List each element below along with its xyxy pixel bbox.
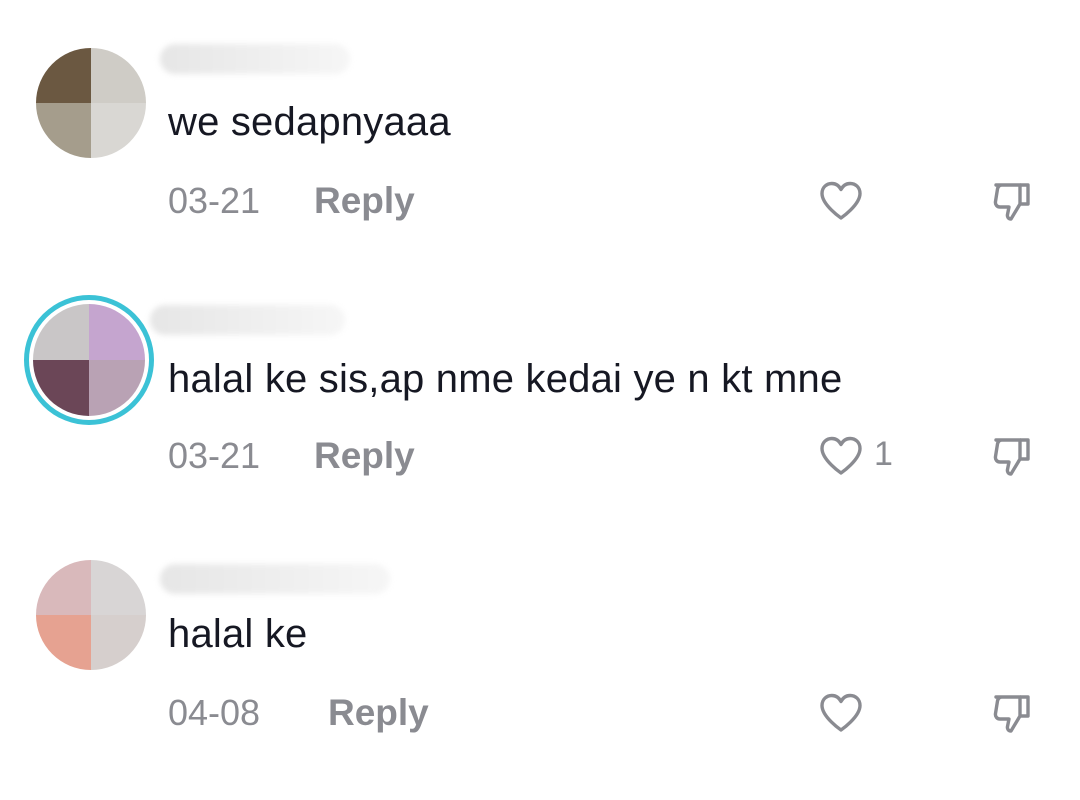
reply-button[interactable]: Reply: [314, 435, 415, 477]
heart-outline-icon: [820, 436, 862, 475]
avatar[interactable]: [36, 560, 146, 670]
like-button[interactable]: [818, 692, 864, 734]
comment-item: halal ke 04-08 Reply: [0, 552, 1080, 792]
comment-item: halal ke sis,ap nme kedai ye n kt mne 03…: [0, 295, 1080, 535]
avatar[interactable]: [33, 304, 145, 416]
comment-item: we sedapnyaaa 03-21 Reply: [0, 40, 1080, 280]
comment-date: 04-08: [168, 692, 261, 733]
dislike-button[interactable]: [990, 180, 1034, 224]
heart-outline-icon: [820, 693, 862, 732]
thumbs-down-icon: [993, 183, 1030, 221]
like-button[interactable]: [818, 435, 864, 477]
like-count: 1: [874, 435, 893, 473]
username-redacted[interactable]: [150, 305, 345, 335]
reply-button[interactable]: Reply: [328, 692, 429, 734]
dislike-button[interactable]: [990, 435, 1034, 479]
comment-date: 03-21: [168, 180, 261, 221]
heart-outline-icon: [820, 181, 862, 220]
comment-text: we sedapnyaaa: [168, 100, 451, 144]
reply-button[interactable]: Reply: [314, 180, 415, 222]
username-redacted[interactable]: [160, 44, 350, 74]
avatar[interactable]: [36, 48, 146, 158]
comment-text: halal ke: [168, 612, 308, 656]
dislike-button[interactable]: [990, 692, 1034, 736]
username-redacted[interactable]: [160, 564, 390, 594]
comment-text: halal ke sis,ap nme kedai ye n kt mne: [168, 357, 843, 401]
comment-date: 03-21: [168, 435, 261, 476]
thumbs-down-icon: [993, 695, 1030, 733]
thumbs-down-icon: [993, 438, 1030, 476]
like-button[interactable]: [818, 180, 864, 222]
comment-list: we sedapnyaaa 03-21 Reply halal ke sis,a…: [0, 0, 1080, 800]
